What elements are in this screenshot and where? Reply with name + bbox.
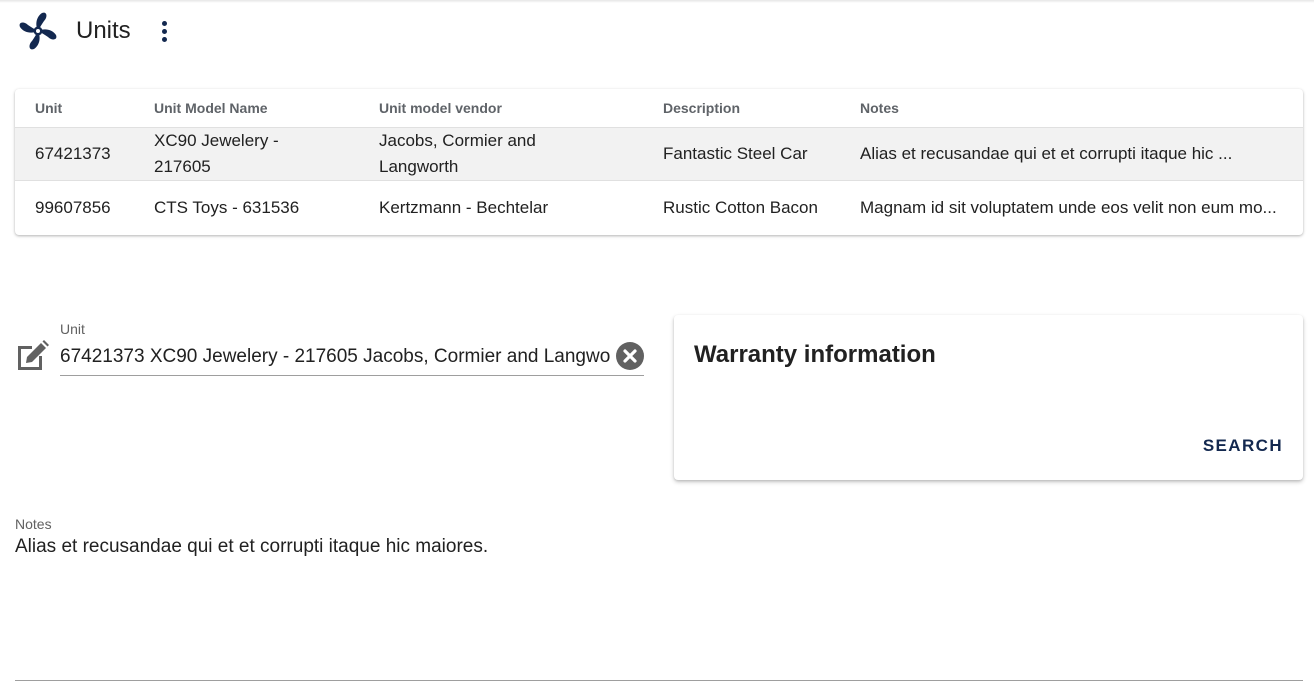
column-header-unit-model-name[interactable]: Unit Model Name (154, 89, 334, 127)
warranty-title: Warranty information (694, 341, 936, 368)
warranty-card: Warranty information SEARCH (674, 315, 1303, 480)
top-shadow (0, 0, 1314, 3)
cell-unit: 67421373 (35, 144, 111, 163)
cell-unit: 99607856 (35, 198, 111, 217)
notes-underline (15, 680, 1303, 681)
unit-field: Unit (60, 320, 644, 376)
table-row[interactable]: 99607856 CTS Toys - 631536 Kertzmann - B… (15, 181, 1303, 235)
unit-label: Unit (60, 321, 85, 337)
cell-unit-model-vendor: Jacobs, Cormier and Langworth (379, 131, 536, 176)
fan-logo-icon (19, 12, 57, 50)
app-header: Units (14, 8, 175, 54)
column-header-description[interactable]: Description (663, 89, 833, 127)
cell-description: Rustic Cotton Bacon (663, 198, 818, 217)
unit-underline (60, 375, 644, 376)
clear-circle-icon[interactable] (615, 341, 645, 371)
units-table: Unit Unit Model Name Unit model vendor D… (15, 89, 1303, 235)
search-button[interactable]: SEARCH (1203, 436, 1283, 456)
column-header-notes[interactable]: Notes (860, 89, 1280, 127)
cell-unit-model-name: XC90 Jewelery - 217605 (154, 131, 279, 176)
cell-unit-model-vendor: Kertzmann - Bechtelar (379, 198, 549, 217)
cell-notes: Alias et recusandae qui et et corrupti i… (860, 144, 1233, 163)
table-header-row: Unit Unit Model Name Unit model vendor D… (15, 89, 1303, 128)
column-header-unit[interactable]: Unit (35, 89, 145, 127)
notes-value[interactable]: Alias et recusandae qui et et corrupti i… (15, 536, 488, 558)
more-vert-icon[interactable] (155, 16, 175, 46)
column-header-unit-model-vendor[interactable]: Unit model vendor (379, 89, 609, 127)
notes-label: Notes (15, 516, 52, 532)
unit-input[interactable] (60, 342, 610, 372)
table-row[interactable]: 67421373 XC90 Jewelery - 217605 Jacobs, … (15, 128, 1303, 181)
cell-notes: Magnam id sit voluptatem unde eos velit … (860, 198, 1277, 217)
page-title: Units (76, 17, 131, 44)
cell-description: Fantastic Steel Car (663, 144, 808, 163)
edit-icon (18, 340, 49, 370)
cell-unit-model-name: CTS Toys - 631536 (154, 198, 300, 217)
